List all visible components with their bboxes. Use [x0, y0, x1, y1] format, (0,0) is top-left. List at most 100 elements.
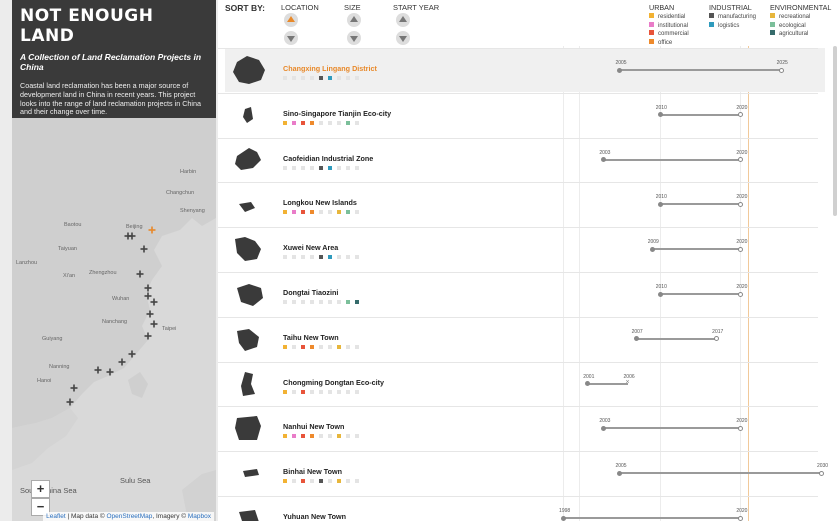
- category-dot: [283, 300, 287, 304]
- category-dot: [292, 210, 296, 215]
- row-divider: [218, 137, 818, 139]
- map-label: Guiyang: [42, 336, 63, 342]
- category-dot: [283, 389, 287, 394]
- project-row[interactable]: Caofeidian Industrial Zone 2003 2020: [225, 138, 825, 182]
- project-row[interactable]: Yuhuan New Town 1998 2020: [225, 496, 825, 521]
- category-dot: [292, 344, 296, 349]
- legend-label: commercial: [658, 31, 689, 37]
- map[interactable]: Harbin Changchun Shenyang Beijing Baotou Taiy…: [12, 118, 216, 521]
- project-row[interactable]: Dongtai Tiaozini 2010 2020: [225, 272, 825, 316]
- start-point: [601, 425, 607, 431]
- category-dot: [328, 479, 332, 484]
- scrollbar[interactable]: [833, 46, 837, 216]
- leaflet-link[interactable]: Leaflet: [46, 513, 66, 520]
- start-point: [657, 112, 663, 118]
- category-dot: [337, 479, 341, 484]
- mapbox-link[interactable]: Mapbox: [188, 513, 211, 520]
- end-point: [738, 157, 744, 163]
- osm-link[interactable]: OpenStreetMap: [106, 513, 152, 520]
- project-row[interactable]: Taihu New Town 2007 2017: [225, 317, 825, 361]
- row-divider: [218, 92, 818, 94]
- timeline-bar: [659, 113, 741, 116]
- timeline-bar: [659, 203, 741, 206]
- category-dot: [355, 344, 359, 349]
- end-year: 2020: [736, 418, 748, 425]
- project-shape-icon: [235, 416, 261, 441]
- project-name[interactable]: Nanhui New Town: [283, 422, 344, 431]
- category-dot: [328, 120, 332, 125]
- row-divider: [218, 496, 818, 497]
- start-point: [657, 291, 663, 297]
- project-row[interactable]: Changxing Lingang District 2005 2025: [225, 48, 825, 92]
- start-point: [617, 470, 623, 476]
- category-dot: [337, 300, 341, 304]
- project-row[interactable]: Sino-Singapore Tianjin Eco-city 2010 2020: [225, 93, 825, 137]
- project-row[interactable]: Nanhui New Town 2003 2020: [225, 406, 825, 450]
- category-dot: [301, 479, 305, 484]
- category-dot: [292, 434, 296, 439]
- category-dot: [337, 434, 341, 439]
- sort-descending-button[interactable]: [284, 31, 298, 45]
- category-dot: [310, 389, 314, 394]
- category-dot: [337, 389, 341, 394]
- map-canvas[interactable]: Harbin Changchun Shenyang Beijing Baotou Taiy…: [12, 118, 216, 521]
- start-year: 2005: [615, 463, 627, 470]
- legend-swatch: [770, 21, 775, 27]
- legend-swatch: [649, 38, 654, 44]
- project-name[interactable]: Changxing Lingang District: [283, 64, 377, 73]
- project-shape-icon: [235, 237, 261, 262]
- legend-swatch: [649, 30, 654, 35]
- project-shape-icon: [239, 510, 259, 521]
- project-row[interactable]: Binhai New Town 2005 2030: [225, 451, 828, 495]
- category-dot: [310, 479, 314, 484]
- project-name[interactable]: Chongming Dongtan Eco-city: [283, 378, 384, 387]
- category-dot: [328, 434, 332, 439]
- project-row[interactable]: Longkou New Islands 2010 2020: [225, 182, 825, 226]
- category-dot: [328, 344, 332, 349]
- project-row[interactable]: Xuwei New Area 2009 2020: [225, 227, 825, 271]
- row-divider: [218, 182, 818, 184]
- project-name[interactable]: Binhai New Town: [283, 467, 342, 476]
- project-name[interactable]: Longkou New Islands: [283, 198, 357, 207]
- project-name[interactable]: Caofeidian Industrial Zone: [283, 154, 373, 163]
- start-year: 2003: [599, 149, 611, 156]
- category-dot: [310, 165, 314, 170]
- sort-ascending-button[interactable]: [396, 13, 410, 27]
- legend-item: office: [649, 38, 672, 46]
- project-row[interactable]: Chongming Dongtan Eco-city × 2001 2006: [225, 362, 825, 406]
- project-name[interactable]: Xuwei New Area: [283, 243, 338, 252]
- project-name[interactable]: Dongtai Tiaozini: [283, 288, 338, 297]
- project-shape-icon: [237, 328, 259, 351]
- category-dot: [346, 344, 350, 349]
- category-dot: [283, 165, 287, 170]
- project-name[interactable]: Yuhuan New Town: [283, 512, 346, 521]
- row-divider: [218, 451, 818, 453]
- category-dot: [310, 344, 314, 349]
- sort-ascending-button[interactable]: [284, 13, 298, 27]
- category-dot: [301, 300, 305, 304]
- end-year: 2020: [736, 104, 748, 111]
- project-name[interactable]: Sino-Singapore Tianjin Eco-city: [283, 109, 391, 118]
- sort-ascending-button[interactable]: [347, 13, 361, 27]
- category-dot: [319, 344, 323, 349]
- category-dot: [346, 210, 350, 215]
- page-title: NOT ENOUGH LAND: [20, 6, 154, 46]
- map-marker[interactable]: [150, 320, 158, 328]
- category-dot: [355, 434, 359, 439]
- category-dot: [310, 434, 314, 439]
- left-panel: NOT ENOUGH LAND A Collection of Land Rec…: [0, 0, 218, 521]
- sort-and-legend-bar: SORT BY: LOCATION SIZE START YEAR URBAN res…: [218, 0, 837, 46]
- project-name[interactable]: Taihu New Town: [283, 333, 339, 342]
- category-dot: [319, 165, 323, 170]
- project-shape-icon: [235, 147, 261, 170]
- category-dot: [319, 76, 323, 80]
- sort-descending-button[interactable]: [396, 31, 410, 45]
- map-marker[interactable]: [150, 298, 158, 306]
- zoom-in-button[interactable]: +: [31, 480, 50, 498]
- timeline-bar: [619, 472, 821, 475]
- sort-descending-button[interactable]: [347, 31, 361, 45]
- category-dot: [292, 389, 296, 394]
- category-dot: [310, 120, 314, 125]
- legend-group-title: ENVIRONMENTAL: [770, 3, 832, 12]
- timeline-bar: [659, 293, 741, 295]
